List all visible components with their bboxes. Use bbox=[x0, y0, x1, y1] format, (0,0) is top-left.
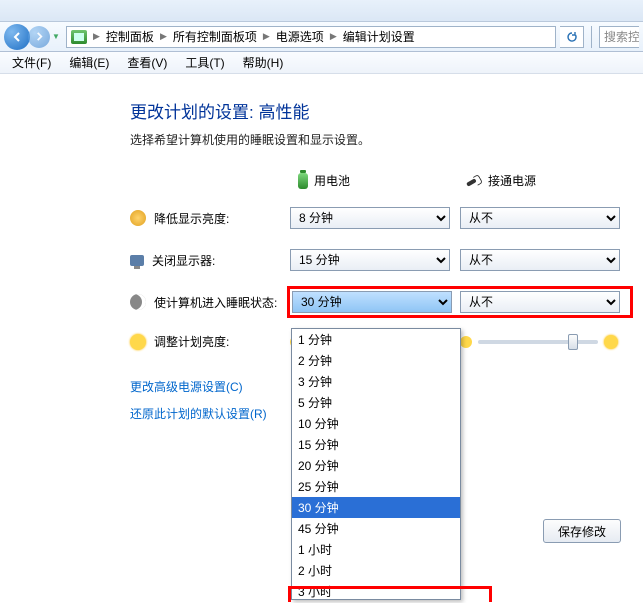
off-ac-select[interactable]: 从不 bbox=[460, 249, 620, 271]
menu-bar: 文件(F) 编辑(E) 查看(V) 工具(T) 帮助(H) bbox=[0, 52, 643, 74]
dropdown-option[interactable]: 25 分钟 bbox=[292, 476, 460, 497]
dropdown-option[interactable]: 5 分钟 bbox=[292, 392, 460, 413]
off-battery-select[interactable]: 15 分钟 bbox=[290, 249, 450, 271]
search-input[interactable]: 搜索控 bbox=[599, 26, 639, 48]
row-label-dim: 降低显示亮度: bbox=[130, 210, 290, 227]
chevron-right-icon[interactable]: ▶ bbox=[330, 31, 337, 42]
dropdown-option[interactable]: 10 分钟 bbox=[292, 413, 460, 434]
refresh-button[interactable] bbox=[560, 26, 584, 48]
chevron-right-icon[interactable]: ▶ bbox=[263, 31, 270, 42]
window-titlebar bbox=[0, 0, 643, 22]
menu-file[interactable]: 文件(F) bbox=[4, 52, 59, 73]
page-title: 更改计划的设置: 高性能 bbox=[130, 98, 643, 123]
dropdown-option[interactable]: 3 小时 bbox=[292, 581, 460, 600]
menu-tools[interactable]: 工具(T) bbox=[177, 52, 232, 73]
column-header-battery: 用电池 bbox=[290, 172, 460, 189]
control-panel-icon bbox=[71, 30, 87, 44]
sun-icon bbox=[130, 334, 146, 350]
address-breadcrumb[interactable]: ▶ 控制面板 ▶ 所有控制面板项 ▶ 电源选项 ▶ 编辑计划设置 bbox=[66, 26, 556, 48]
sun-high-icon bbox=[604, 335, 618, 349]
menu-help[interactable]: 帮助(H) bbox=[235, 52, 292, 73]
column-header-ac: 接通电源 bbox=[460, 172, 630, 189]
monitor-icon bbox=[130, 255, 144, 266]
dropdown-option[interactable]: 2 小时 bbox=[292, 560, 460, 581]
save-button[interactable]: 保存修改 bbox=[543, 519, 621, 543]
crumb-power-options[interactable]: 电源选项 bbox=[276, 28, 324, 45]
dim-battery-select[interactable]: 8 分钟 bbox=[290, 207, 450, 229]
chevron-right-icon[interactable]: ▶ bbox=[160, 31, 167, 42]
dropdown-option[interactable]: 1 小时 bbox=[292, 539, 460, 560]
dim-ac-select[interactable]: 从不 bbox=[460, 207, 620, 229]
dropdown-option[interactable]: 20 分钟 bbox=[292, 455, 460, 476]
history-dropdown[interactable]: ▼ bbox=[50, 30, 62, 44]
search-placeholder: 搜索控 bbox=[604, 28, 639, 45]
slider-thumb[interactable] bbox=[568, 334, 578, 350]
sun-low-icon bbox=[460, 336, 472, 348]
crumb-all-items[interactable]: 所有控制面板项 bbox=[173, 28, 257, 45]
sleep-battery-select[interactable]: 30 分钟 bbox=[292, 291, 452, 313]
back-button[interactable] bbox=[4, 24, 30, 50]
brightness-ac-slider[interactable] bbox=[478, 340, 598, 344]
dropdown-option[interactable]: 15 分钟 bbox=[292, 434, 460, 455]
dropdown-option[interactable]: 30 分钟 bbox=[292, 497, 460, 518]
page-subtitle: 选择希望计算机使用的睡眠设置和显示设置。 bbox=[130, 131, 643, 148]
dropdown-option[interactable]: 45 分钟 bbox=[292, 518, 460, 539]
crumb-edit-plan[interactable]: 编辑计划设置 bbox=[343, 28, 415, 45]
dropdown-option[interactable]: 2 分钟 bbox=[292, 350, 460, 371]
battery-icon bbox=[298, 173, 308, 189]
highlight-box-sleep: 30 分钟 从不 bbox=[287, 286, 633, 318]
plug-icon bbox=[463, 170, 485, 192]
dropdown-option[interactable]: 3 分钟 bbox=[292, 371, 460, 392]
navigation-bar: ▼ ▶ 控制面板 ▶ 所有控制面板项 ▶ 电源选项 ▶ 编辑计划设置 搜索控 bbox=[0, 22, 643, 52]
menu-view[interactable]: 查看(V) bbox=[119, 52, 175, 73]
dropdown-option[interactable]: 1 分钟 bbox=[292, 329, 460, 350]
chevron-right-icon[interactable]: ▶ bbox=[93, 31, 100, 42]
sleep-battery-dropdown-list[interactable]: 1 分钟2 分钟3 分钟5 分钟10 分钟15 分钟20 分钟25 分钟30 分… bbox=[291, 328, 461, 600]
row-label-sleep: 使计算机进入睡眠状态: bbox=[130, 294, 290, 311]
menu-edit[interactable]: 编辑(E) bbox=[61, 52, 117, 73]
sleep-ac-select[interactable]: 从不 bbox=[460, 291, 620, 313]
crumb-control-panel[interactable]: 控制面板 bbox=[106, 28, 154, 45]
moon-icon bbox=[130, 294, 146, 310]
forward-button[interactable] bbox=[28, 26, 50, 48]
dim-icon bbox=[130, 210, 146, 226]
row-label-off: 关闭显示器: bbox=[130, 252, 290, 269]
row-label-brightness: 调整计划亮度: bbox=[130, 333, 290, 350]
